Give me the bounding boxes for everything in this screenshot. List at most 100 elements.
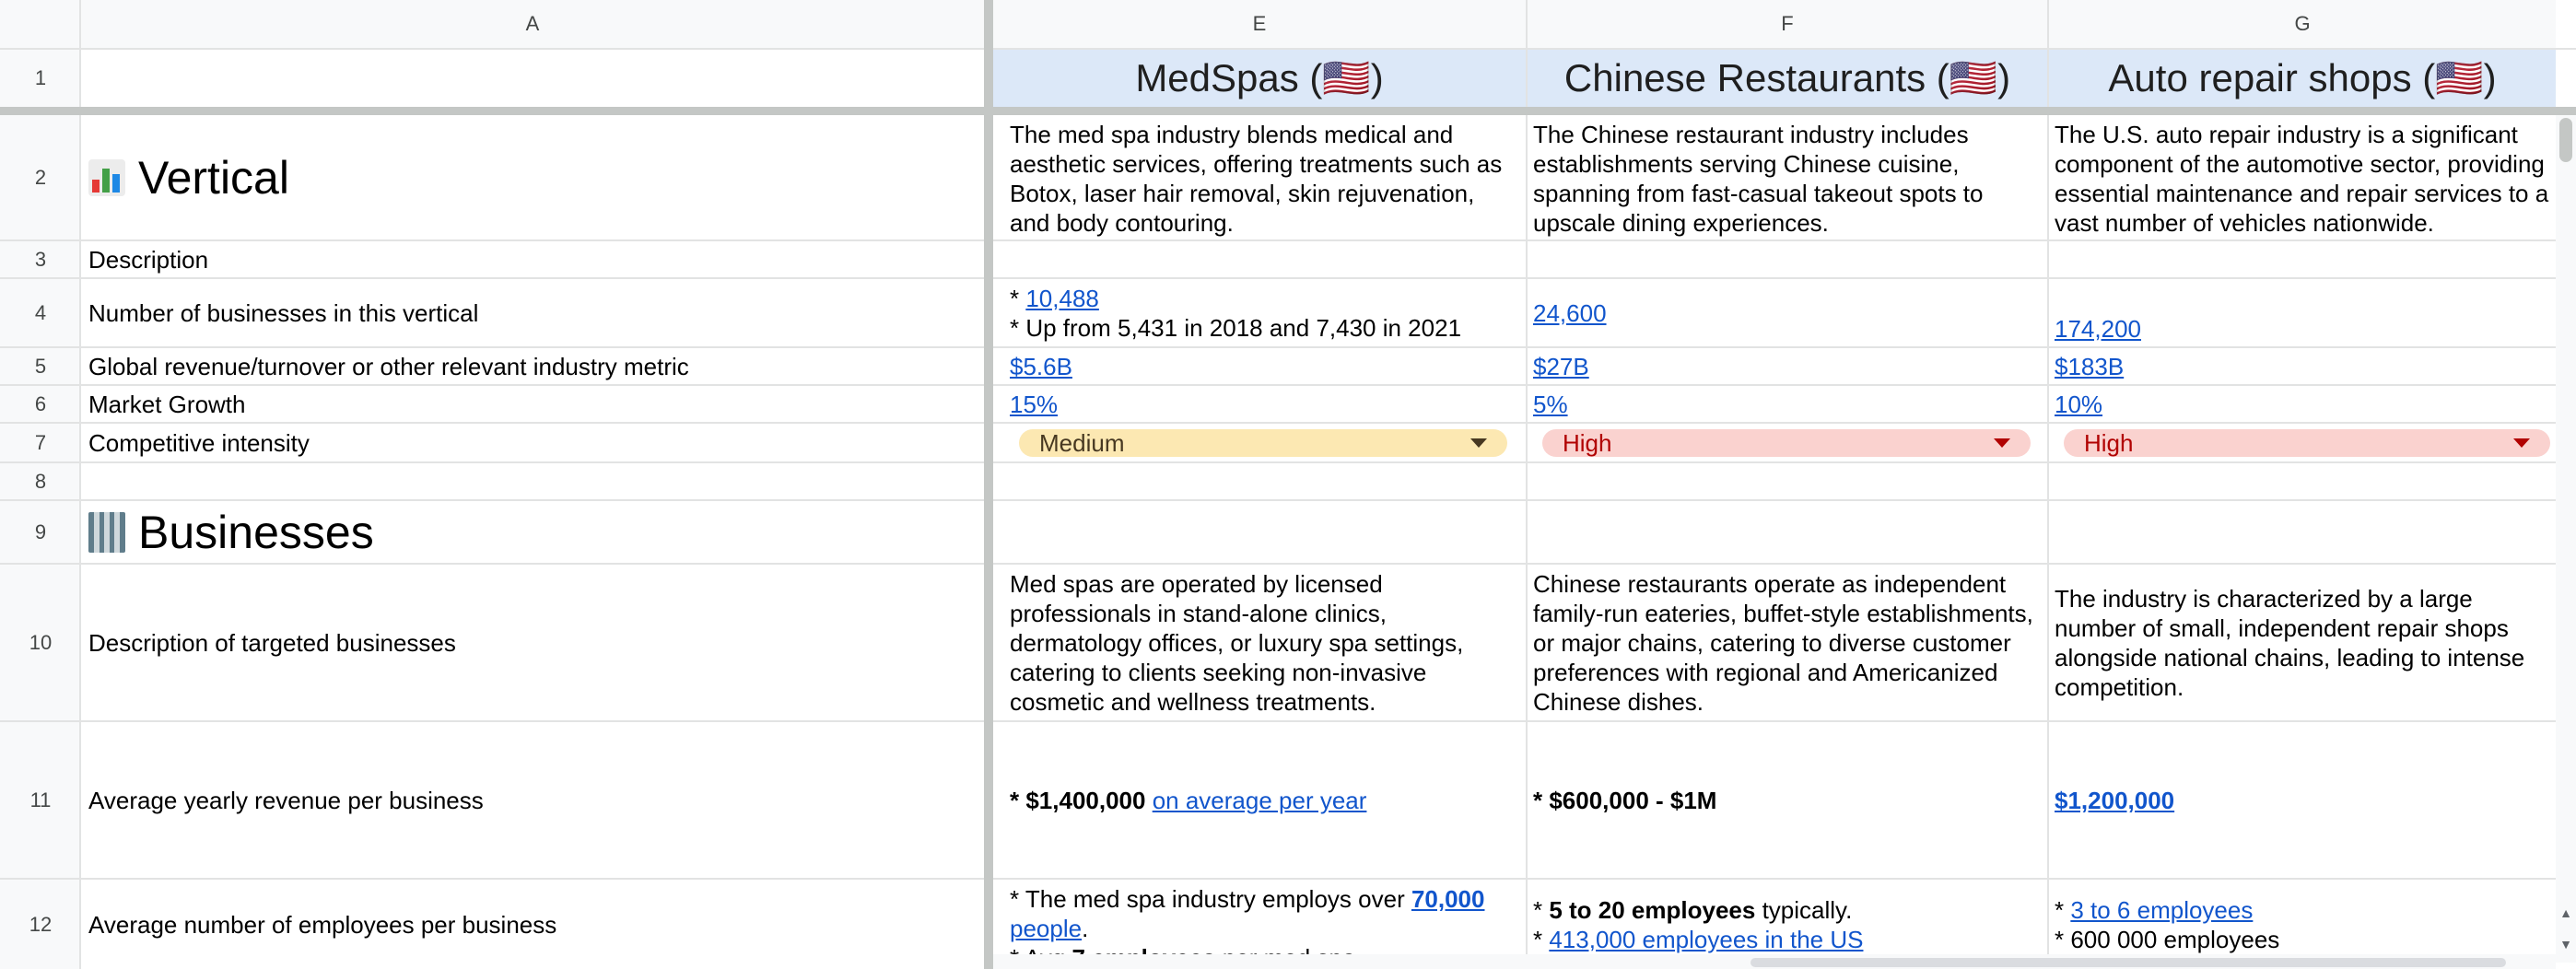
medspas-description-cell[interactable]: The med spa industry blends medical and … bbox=[1004, 116, 1524, 239]
header-cell-auto[interactable]: Auto repair shops (🇺🇸) bbox=[2049, 50, 2556, 107]
column-header-g[interactable]: G bbox=[2049, 0, 2556, 48]
chinese-targeted: Chinese restaurants operate as independe… bbox=[1533, 570, 2033, 716]
horizontal-scrollbar-thumb[interactable] bbox=[1751, 958, 2506, 967]
chinese-description-cell[interactable]: The Chinese restaurant industry includes… bbox=[1528, 116, 2045, 239]
label-avg-employees-text: Average number of employees per business bbox=[88, 910, 557, 939]
medspas-growth-cell[interactable]: 15% bbox=[1004, 386, 1524, 423]
auto-avg-rev-bold: $1,200,000 bbox=[2055, 787, 2175, 814]
chinese-num-businesses-cell[interactable]: 24,600 bbox=[1528, 279, 2045, 347]
auto-emp-link[interactable]: 3 to 6 employees bbox=[2070, 896, 2253, 924]
frozen-row-divider[interactable] bbox=[0, 107, 2576, 115]
medspas-num-note: * Up from 5,431 in 2018 and 7,430 in 202… bbox=[1010, 314, 1462, 342]
row-header-5[interactable]: 5 bbox=[0, 348, 81, 385]
label-global-revenue[interactable]: Global revenue/turnover or other relevan… bbox=[83, 348, 973, 385]
column-header-a-label: A bbox=[525, 12, 540, 35]
auto-num-link[interactable]: 174,200 bbox=[2055, 314, 2550, 344]
row-header-12[interactable]: 12 bbox=[0, 880, 81, 969]
scroll-up-icon[interactable]: ▲ bbox=[2559, 906, 2572, 919]
header-cell-medspas[interactable]: MedSpas (🇺🇸) bbox=[993, 50, 1526, 107]
row-header-3[interactable]: 3 bbox=[0, 241, 81, 278]
medspas-revenue-link[interactable]: $5.6B bbox=[1010, 352, 1518, 381]
row-header-9[interactable]: 9 bbox=[0, 501, 81, 564]
row-header-1[interactable]: 1 bbox=[0, 50, 81, 107]
medspas-num-link[interactable]: 10,488 bbox=[1025, 285, 1099, 312]
chinese-emp-line1-bold: 5 to 20 employees bbox=[1549, 895, 1756, 924]
auto-emp-line2: * 600 000 employees bbox=[2055, 925, 2280, 953]
auto-growth-cell[interactable]: 10% bbox=[2049, 386, 2556, 423]
header-auto-text: Auto repair shops (🇺🇸) bbox=[2108, 55, 2497, 99]
label-avg-employees[interactable]: Average number of employees per business bbox=[83, 880, 973, 969]
chinese-revenue-link[interactable]: $27B bbox=[1533, 352, 2040, 381]
chinese-growth-link[interactable]: 5% bbox=[1533, 390, 2040, 419]
column-header-a[interactable]: A bbox=[81, 0, 984, 48]
label-num-businesses-text: Number of businesses in this vertical bbox=[88, 299, 479, 327]
row-header-10[interactable]: 10 bbox=[0, 565, 81, 721]
label-avg-revenue-text: Average yearly revenue per business bbox=[88, 787, 484, 814]
label-competitive-intensity[interactable]: Competitive intensity bbox=[83, 424, 973, 462]
medspas-growth-link[interactable]: 15% bbox=[1010, 390, 1518, 419]
header-chinese-text: Chinese Restaurants (🇺🇸) bbox=[1563, 55, 2011, 99]
row-header-7[interactable]: 7 bbox=[0, 424, 81, 462]
row-header-4-label: 4 bbox=[34, 301, 47, 324]
medspas-emp-line1-prefix: * The med spa industry employs over bbox=[1010, 885, 1411, 913]
auto-targeted-cell[interactable]: The industry is characterized by a large… bbox=[2049, 565, 2556, 721]
label-market-growth-text: Market Growth bbox=[88, 391, 246, 418]
medspas-description: The med spa industry blends medical and … bbox=[1010, 121, 1503, 237]
medspas-avg-revenue-line: * $1,400,000 on average per year bbox=[1010, 786, 1518, 815]
frozen-column-divider[interactable] bbox=[984, 0, 993, 969]
chinese-avg-revenue-cell[interactable]: * $600,000 - $1M bbox=[1528, 722, 2045, 879]
auto-growth-link[interactable]: 10% bbox=[2055, 390, 2550, 419]
header-medspas-text: MedSpas (🇺🇸) bbox=[1135, 55, 1384, 99]
row-header-8-label: 8 bbox=[34, 470, 47, 493]
auto-emp-line1: * 3 to 6 employees bbox=[2055, 895, 2550, 925]
chinese-emp-link[interactable]: 413,000 employees in the US bbox=[1549, 926, 1863, 953]
label-description[interactable]: Description bbox=[83, 241, 973, 278]
row-header-3-label: 3 bbox=[34, 248, 47, 271]
chinese-targeted-cell[interactable]: Chinese restaurants operate as independe… bbox=[1528, 565, 2045, 721]
chinese-description: The Chinese restaurant industry includes… bbox=[1533, 121, 1984, 237]
medspas-avg-rev-link[interactable]: on average per year bbox=[1153, 787, 1367, 814]
competitive-intensity-dropdown-auto[interactable]: High bbox=[2064, 429, 2550, 457]
label-desc-targeted[interactable]: Description of targeted businesses bbox=[83, 565, 973, 721]
medspas-emp-link-rest: people bbox=[1010, 915, 1083, 942]
row-header-7-label: 7 bbox=[34, 431, 47, 454]
label-global-revenue-text: Global revenue/turnover or other relevan… bbox=[88, 353, 689, 380]
vertical-scrollbar-thumb[interactable] bbox=[2559, 118, 2572, 162]
row-header-6[interactable]: 6 bbox=[0, 386, 81, 423]
chinese-emp-line1-suffix: typically. bbox=[1755, 895, 1853, 924]
row-header-11[interactable]: 11 bbox=[0, 722, 81, 879]
label-avg-revenue[interactable]: Average yearly revenue per business bbox=[83, 722, 973, 879]
row-header-11-label: 11 bbox=[29, 788, 52, 811]
chinese-emp-line1-prefix: * bbox=[1533, 895, 1550, 924]
scroll-down-icon[interactable]: ▼ bbox=[2559, 938, 2572, 951]
auto-num-businesses-cell[interactable]: 174,200 bbox=[2049, 279, 2556, 347]
medspas-revenue-cell[interactable]: $5.6B bbox=[1004, 348, 1524, 385]
gridline bbox=[0, 499, 2576, 501]
header-cell-chinese[interactable]: Chinese Restaurants (🇺🇸) bbox=[1528, 50, 2047, 107]
medspas-avg-rev-bold: * $1,400,000 bbox=[1010, 787, 1146, 814]
label-competitive-intensity-text: Competitive intensity bbox=[88, 429, 310, 457]
chinese-revenue-cell[interactable]: $27B bbox=[1528, 348, 2045, 385]
medspas-targeted-cell[interactable]: Med spas are operated by licensed profes… bbox=[1004, 565, 1524, 721]
medspas-avg-revenue-cell[interactable]: * $1,400,000 on average per year bbox=[1004, 722, 1524, 879]
auto-avg-revenue-cell[interactable]: $1,200,000 bbox=[2049, 722, 2556, 879]
column-header-e[interactable]: E bbox=[993, 0, 1526, 48]
select-all-corner[interactable] bbox=[0, 0, 81, 48]
row-header-4[interactable]: 4 bbox=[0, 279, 81, 347]
row-header-2[interactable]: 2 bbox=[0, 115, 81, 240]
chinese-growth-cell[interactable]: 5% bbox=[1528, 386, 2045, 423]
auto-revenue-link[interactable]: $183B bbox=[2055, 352, 2550, 381]
label-num-businesses[interactable]: Number of businesses in this vertical bbox=[83, 279, 973, 347]
auto-description-cell[interactable]: The U.S. auto repair industry is a signi… bbox=[2049, 116, 2556, 239]
row-header-8[interactable]: 8 bbox=[0, 463, 81, 500]
medspas-num-businesses-cell[interactable]: * 10,488 * Up from 5,431 in 2018 and 7,4… bbox=[1004, 279, 1524, 347]
auto-revenue-cell[interactable]: $183B bbox=[2049, 348, 2556, 385]
competitive-intensity-dropdown-chinese[interactable]: High bbox=[1542, 429, 2031, 457]
chinese-num-link[interactable]: 24,600 bbox=[1533, 298, 2040, 328]
dropdown-arrow-icon bbox=[1994, 438, 2010, 448]
vertical-scrollbar[interactable] bbox=[2556, 115, 2576, 963]
auto-avg-rev-link[interactable]: $1,200,000 bbox=[2055, 786, 2550, 815]
label-market-growth[interactable]: Market Growth bbox=[83, 386, 973, 423]
competitive-intensity-dropdown-medspas[interactable]: Medium bbox=[1019, 429, 1507, 457]
column-header-f[interactable]: F bbox=[1528, 0, 2047, 48]
